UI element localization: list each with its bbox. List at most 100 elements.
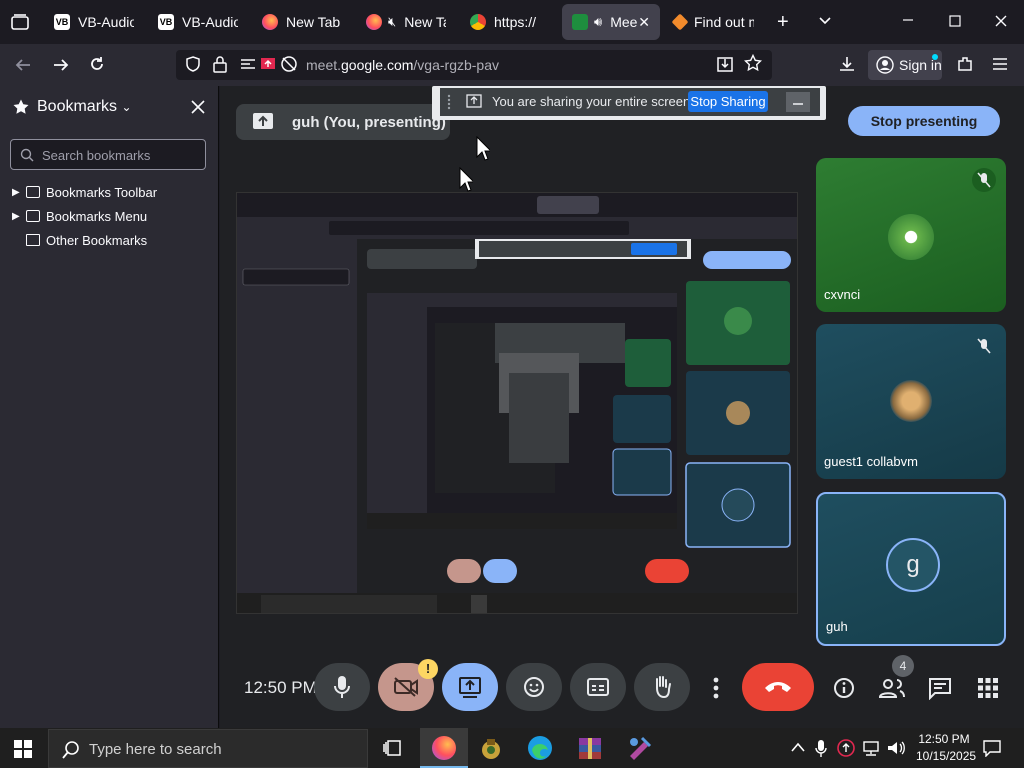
tab-list-icon[interactable]: [10, 12, 30, 32]
tab-https[interactable]: https://: [460, 4, 560, 40]
raise-hand-icon: [656, 676, 671, 699]
screen-share-tray-icon[interactable]: [837, 739, 855, 757]
chevron-down-icon: ⌄: [121, 100, 132, 114]
emoji-reactions-button[interactable]: [506, 663, 562, 711]
close-tab-icon[interactable]: ✕: [638, 14, 650, 31]
new-tab-icon[interactable]: +: [777, 11, 789, 34]
stop-sharing-button[interactable]: Stop Sharing: [688, 91, 768, 112]
reload-icon[interactable]: [88, 55, 106, 73]
shield-icon[interactable]: [184, 55, 202, 73]
downloads-icon[interactable]: [838, 55, 856, 73]
close-window-icon[interactable]: [993, 13, 1009, 29]
search-placeholder: Search bookmarks: [42, 148, 151, 163]
avatar: g: [886, 538, 940, 592]
captions-button[interactable]: [570, 663, 626, 711]
sidebar-item-bookmarks-menu[interactable]: ▶ Bookmarks Menu: [12, 205, 147, 227]
taskbar-app-tools[interactable]: [626, 734, 654, 762]
tab-strip: VB VB-Audio V VB VB-Audio T New Tab 🔇︎ N…: [0, 0, 1024, 44]
volume-icon[interactable]: [886, 739, 906, 757]
chat-icon[interactable]: [924, 670, 956, 706]
chevron-right-icon: ▶: [12, 210, 20, 222]
url-prefix: meet.: [306, 57, 342, 73]
tab-vb-audio-2[interactable]: VB VB-Audio T: [148, 4, 248, 40]
taskbar-mic-icon[interactable]: [814, 738, 828, 758]
maximize-icon[interactable]: [947, 13, 963, 29]
install-app-icon[interactable]: [716, 55, 734, 73]
participant-tile-guh[interactable]: g guh: [816, 492, 1006, 646]
present-now-button[interactable]: [442, 663, 498, 711]
firefox-icon: [432, 736, 456, 760]
url-text[interactable]: meet.google.com/vga-rgzb-pav: [306, 57, 499, 73]
chevron-down-icon[interactable]: [817, 12, 833, 28]
tab-new-tab[interactable]: New Tab: [252, 4, 352, 40]
tab-title: VB-Audio T: [182, 14, 238, 30]
share-screen-icon: [466, 94, 482, 108]
autoplay-blocked-icon[interactable]: [280, 55, 298, 73]
screen-share-indicator-icon[interactable]: [260, 56, 276, 72]
raise-hand-button[interactable]: [634, 663, 690, 711]
camera-off-icon: [394, 677, 418, 697]
tab-vb-audio-1[interactable]: VB VB-Audio V: [44, 4, 144, 40]
captions-icon: [587, 678, 609, 696]
activities-grid-icon[interactable]: [972, 670, 1004, 706]
end-call-icon: [765, 682, 791, 692]
taskbar-date: 10/15/2025: [916, 749, 977, 763]
bookmark-star-icon[interactable]: [744, 54, 762, 72]
sidebar-item-label: Bookmarks Toolbar: [46, 184, 158, 200]
meeting-details-icon[interactable]: [828, 670, 860, 706]
notifications-icon[interactable]: [982, 739, 1002, 757]
speaker-icon[interactable]: 🔊︎: [594, 14, 602, 30]
stop-presenting-button[interactable]: Stop presenting: [848, 106, 1000, 136]
tools-app-icon: [630, 736, 652, 760]
participant-tile-guest1[interactable]: guest1 collabvm: [816, 324, 1006, 479]
mouse-cursor-icon: [476, 136, 490, 164]
permissions-icon[interactable]: [240, 57, 256, 71]
sidebar-title[interactable]: Bookmarks ⌄: [37, 98, 132, 116]
drag-handle-icon[interactable]: [446, 94, 452, 110]
search-bookmarks-input[interactable]: Search bookmarks: [10, 139, 206, 170]
sharing-text: You are sharing your entire screen.: [492, 94, 694, 109]
more-options-icon[interactable]: [706, 674, 726, 702]
participant-tile-cxvnci[interactable]: cxvnci: [816, 158, 1006, 312]
minimize-icon[interactable]: [900, 12, 916, 28]
account-icon: [876, 56, 894, 74]
back-icon[interactable]: [14, 56, 32, 74]
bookmarks-star-icon: [12, 98, 30, 116]
participant-name: guh: [826, 619, 848, 634]
taskbar-firefox[interactable]: [420, 728, 468, 768]
windows-start-icon[interactable]: [14, 740, 32, 758]
vb-audio-icon: VB: [158, 14, 174, 30]
tab-find-out[interactable]: Find out m: [664, 4, 764, 40]
microphone-button[interactable]: [314, 663, 370, 711]
sidebar-item-label: Other Bookmarks: [46, 232, 148, 248]
leave-call-button[interactable]: [742, 663, 814, 711]
tab-meet-active[interactable]: 🔊︎ Mee ✕: [562, 4, 660, 40]
tab-new-tab-audio[interactable]: 🔇︎ New Ta: [356, 4, 456, 40]
taskbar-time: 12:50 PM: [918, 732, 970, 746]
menu-hamburger-icon[interactable]: [992, 57, 1008, 71]
taskbar-app-audio[interactable]: [478, 736, 504, 760]
sidebar-item-other-bookmarks[interactable]: Other Bookmarks: [12, 229, 147, 251]
taskbar-search-input[interactable]: Type here to search: [48, 729, 368, 768]
minimize-banner-button[interactable]: [786, 92, 810, 112]
shared-screen-image: [237, 193, 797, 613]
sidebar-item-bookmarks-toolbar[interactable]: ▶ Bookmarks Toolbar: [12, 181, 157, 203]
meeting-clock: 12:50 PM: [244, 678, 317, 697]
taskbar-winrar[interactable]: [576, 734, 604, 762]
sign-in-button[interactable]: Sign in: [868, 50, 942, 80]
taskbar-clock[interactable]: 12:50 PM 10/15/2025: [916, 731, 977, 765]
close-sidebar-icon[interactable]: [190, 99, 206, 115]
lock-icon[interactable]: [212, 55, 228, 73]
extensions-icon[interactable]: [956, 55, 974, 73]
chevron-up-icon[interactable]: [790, 741, 806, 753]
speaker-muted-icon[interactable]: 🔇︎: [388, 14, 396, 30]
menu-folder-icon: [26, 210, 40, 222]
participant-name: cxvnci: [824, 287, 861, 302]
vb-audio-icon: VB: [54, 14, 70, 30]
network-icon[interactable]: [862, 740, 882, 756]
forward-icon[interactable]: [52, 56, 70, 74]
task-view-icon[interactable]: [382, 738, 402, 758]
taskbar-edge[interactable]: [526, 734, 554, 762]
meet-icon: [572, 14, 588, 30]
present-screen-icon: [253, 113, 273, 129]
